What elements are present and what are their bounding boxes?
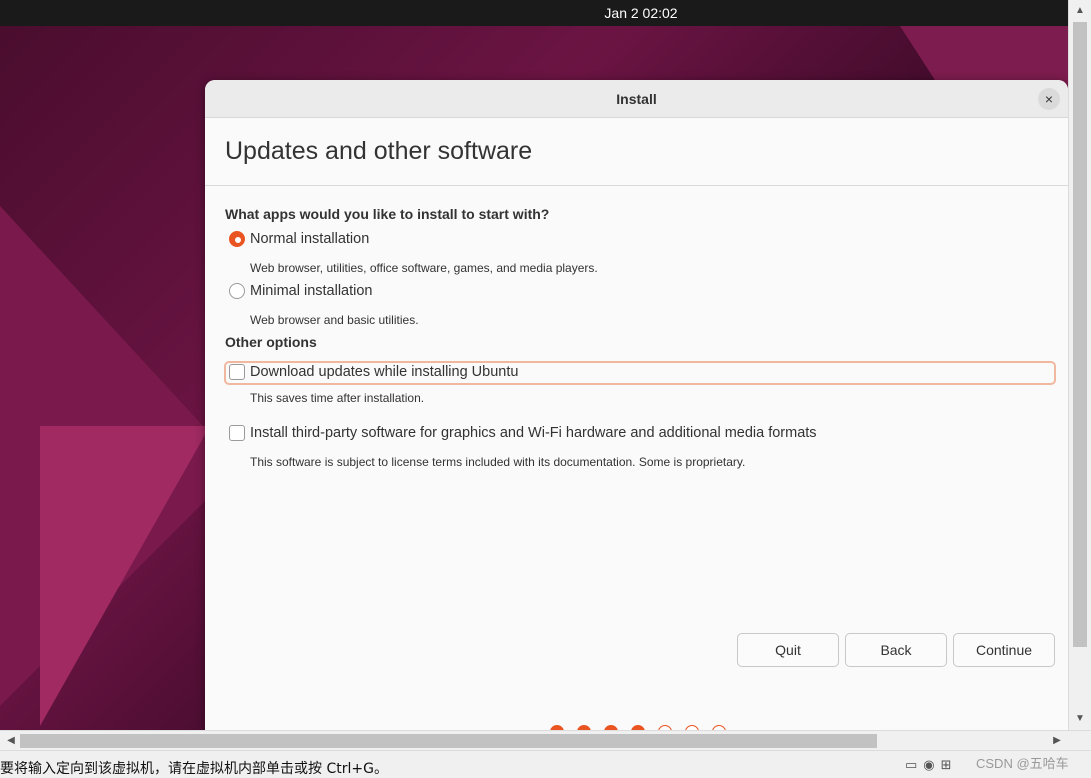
- network-icon[interactable]: ⊞: [941, 757, 952, 773]
- scroll-right-icon[interactable]: ▶: [1048, 731, 1066, 750]
- scroll-down-icon[interactable]: ▼: [1069, 710, 1091, 728]
- quit-button[interactable]: Quit: [737, 633, 839, 667]
- minimal-installation-label: Minimal installation: [250, 283, 373, 299]
- apps-question: What apps would you like to install to s…: [225, 206, 550, 222]
- third-party-software-description: This software is subject to license term…: [250, 455, 746, 469]
- window-title: Install: [616, 91, 657, 107]
- third-party-software-checkbox[interactable]: Install third-party software for graphic…: [229, 425, 817, 441]
- page-title: Updates and other software: [225, 137, 533, 165]
- scroll-up-icon[interactable]: ▲: [1069, 2, 1091, 20]
- horizontal-scrollbar[interactable]: ◀ ▶: [0, 730, 1091, 750]
- download-updates-label: Download updates while installing Ubuntu: [250, 364, 519, 380]
- back-button[interactable]: Back: [845, 633, 947, 667]
- watermark: CSDN @五哈车: [976, 756, 1069, 771]
- minimal-installation-radio[interactable]: Minimal installation: [229, 283, 373, 299]
- download-updates-checkbox[interactable]: Download updates while installing Ubuntu: [229, 364, 518, 380]
- install-dialog: Install × Updates and other software Wha…: [205, 80, 1068, 730]
- radio-checked-icon[interactable]: [229, 231, 245, 247]
- wallpaper-shape: [40, 426, 210, 726]
- titlebar: Install ×: [205, 80, 1068, 118]
- minimal-installation-description: Web browser and basic utilities.: [250, 313, 419, 327]
- third-party-software-label: Install third-party software for graphic…: [250, 425, 817, 441]
- checkbox-icon[interactable]: [229, 364, 245, 380]
- vm-status-bar: 要将输入定向到该虚拟机，请在虚拟机内部单击或按 Ctrl+G。 ▭ ◉ ⊞ CS…: [0, 750, 1091, 778]
- normal-installation-radio[interactable]: Normal installation: [229, 231, 369, 247]
- normal-installation-label: Normal installation: [250, 231, 370, 247]
- normal-installation-description: Web browser, utilities, office software,…: [250, 261, 598, 275]
- clock[interactable]: Jan 2 02:02: [0, 5, 1091, 21]
- divider: [205, 185, 1068, 186]
- status-message: 要将输入定向到该虚拟机，请在虚拟机内部单击或按 Ctrl+G。: [0, 761, 388, 777]
- vertical-scrollbar[interactable]: ▲ ▼: [1068, 0, 1091, 730]
- scroll-left-icon[interactable]: ◀: [2, 731, 20, 750]
- scroll-thumb[interactable]: [1073, 22, 1087, 647]
- other-options-heading: Other options: [225, 334, 317, 350]
- close-icon[interactable]: ×: [1038, 88, 1060, 110]
- device-tray: ▭ ◉ ⊞: [905, 757, 952, 773]
- cd-drive-icon[interactable]: ◉: [923, 757, 934, 773]
- continue-button[interactable]: Continue: [953, 633, 1055, 667]
- top-panel: Jan 2 02:02: [0, 0, 1068, 26]
- radio-unchecked-icon[interactable]: [229, 283, 245, 299]
- checkbox-icon[interactable]: [229, 425, 245, 441]
- hard-disk-icon[interactable]: ▭: [905, 757, 917, 773]
- scroll-thumb[interactable]: [20, 734, 877, 748]
- download-updates-description: This saves time after installation.: [250, 391, 425, 405]
